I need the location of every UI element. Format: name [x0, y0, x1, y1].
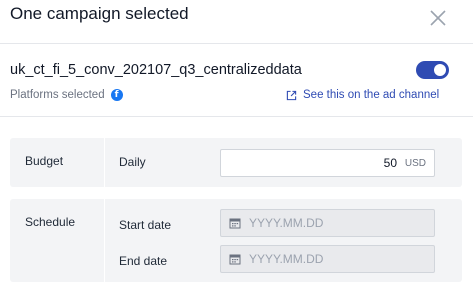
campaign-name: uk_ct_fi_5_conv_202107_q3_centralizeddat… — [10, 62, 302, 78]
schedule-panel: Schedule Start date YYYY.MM.DD End date … — [10, 199, 462, 282]
close-button[interactable] — [428, 8, 448, 28]
daily-label: Daily — [119, 155, 146, 169]
end-date-input[interactable]: YYYY.MM.DD — [220, 245, 435, 273]
modal-header: One campaign selected — [0, 0, 473, 44]
campaign-enabled-toggle[interactable] — [416, 61, 449, 79]
schedule-section-label: Schedule — [25, 215, 76, 229]
platforms-selected: Platforms selected f — [10, 88, 123, 102]
panel-separator — [104, 138, 105, 187]
panel-separator — [104, 199, 105, 282]
ad-channel-link-label: See this on the ad channel — [303, 89, 440, 101]
start-date-input[interactable]: YYYY.MM.DD — [220, 209, 435, 237]
calendar-icon — [229, 254, 241, 265]
budget-value: 50 — [383, 156, 397, 170]
end-date-placeholder: YYYY.MM.DD — [249, 252, 324, 266]
ad-channel-link[interactable]: See this on the ad channel — [286, 88, 439, 102]
currency-unit: USD — [404, 158, 426, 169]
external-link-icon — [286, 90, 297, 100]
section-divider — [0, 116, 473, 117]
close-icon — [430, 10, 446, 26]
budget-panel: Budget Daily 50 USD — [10, 138, 462, 187]
platforms-label: Platforms selected — [10, 89, 105, 101]
start-date-label: Start date — [119, 218, 172, 232]
modal-title: One campaign selected — [10, 4, 189, 23]
budget-section-label: Budget — [25, 154, 64, 168]
end-date-label: End date — [119, 254, 168, 268]
start-date-placeholder: YYYY.MM.DD — [249, 216, 324, 230]
calendar-icon — [229, 218, 241, 229]
daily-budget-input[interactable]: 50 USD — [220, 149, 435, 177]
toggle-knob — [434, 64, 446, 76]
facebook-icon: f — [110, 89, 123, 101]
